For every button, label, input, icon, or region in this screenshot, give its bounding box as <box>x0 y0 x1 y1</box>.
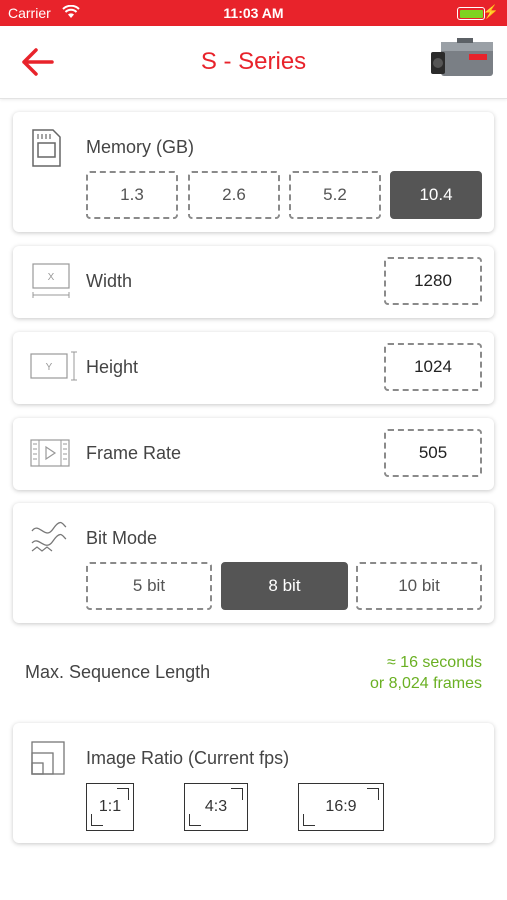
memory-option-5-2[interactable]: 5.2 <box>289 171 381 219</box>
svg-text:Y: Y <box>46 362 53 373</box>
film-icon <box>30 439 70 467</box>
memory-card: Memory (GB) 1.3 2.6 5.2 10.4 <box>13 112 494 232</box>
sequence-frames: or 8,024 frames <box>369 675 482 692</box>
memory-label: Memory (GB) <box>86 137 194 157</box>
sequence-seconds: ≈ 16 seconds <box>386 654 482 671</box>
frame-rate-card: Frame Rate 505 <box>13 418 494 490</box>
width-input[interactable]: 1280 <box>384 257 482 305</box>
memory-option-10-4[interactable]: 10.4 <box>390 171 482 219</box>
ratio-16-9-label: 16:9 <box>325 798 357 815</box>
ratio-4-3-label: 4:3 <box>204 798 228 815</box>
status-bar: Carrier 11:03 AM ⚡ <box>0 0 507 26</box>
memory-option-1-3[interactable]: 1.3 <box>86 171 178 219</box>
sequence-label: Max. Sequence Length <box>25 662 211 682</box>
bit-mode-card: Bit Mode 5 bit 8 bit 10 bit <box>13 503 494 623</box>
ratio-4-3[interactable]: 4:3 <box>184 783 248 831</box>
memory-option-2-6[interactable]: 2.6 <box>188 171 280 219</box>
frame-rate-input[interactable]: 505 <box>384 429 482 477</box>
image-ratio-label: Image Ratio (Current fps) <box>86 748 290 768</box>
bit-mode-10-bit[interactable]: 10 bit <box>356 562 482 610</box>
height-y-icon: Y <box>30 351 77 381</box>
width-x-icon: X <box>32 263 70 298</box>
width-card: X Width 1280 <box>13 246 494 318</box>
width-label: Width <box>86 271 133 291</box>
height-label: Height <box>86 357 139 377</box>
battery-icon <box>457 7 485 20</box>
waveform-icon <box>31 521 67 552</box>
bit-mode-5-bit[interactable]: 5 bit <box>86 562 212 610</box>
sequence-value: ≈ 16 seconds or 8,024 frames <box>370 652 482 694</box>
ratio-1-1[interactable]: 1:1 <box>86 783 134 831</box>
ratio-16-9[interactable]: 16:9 <box>298 783 384 831</box>
height-input[interactable]: 1024 <box>384 343 482 391</box>
nav-bar: S - Series <box>0 26 507 99</box>
charging-icon: ⚡ <box>482 4 499 19</box>
memory-card-icon <box>32 129 61 167</box>
height-card: Y Height 1024 <box>13 332 494 404</box>
camera-icon <box>431 38 493 76</box>
status-time: 11:03 AM <box>223 5 284 21</box>
bit-mode-8-bit[interactable]: 8 bit <box>221 562 348 610</box>
frame-rate-label: Frame Rate <box>86 443 182 463</box>
bit-mode-label: Bit Mode <box>86 528 158 548</box>
aspect-ratio-icon <box>31 741 65 775</box>
svg-text:X: X <box>48 272 55 283</box>
